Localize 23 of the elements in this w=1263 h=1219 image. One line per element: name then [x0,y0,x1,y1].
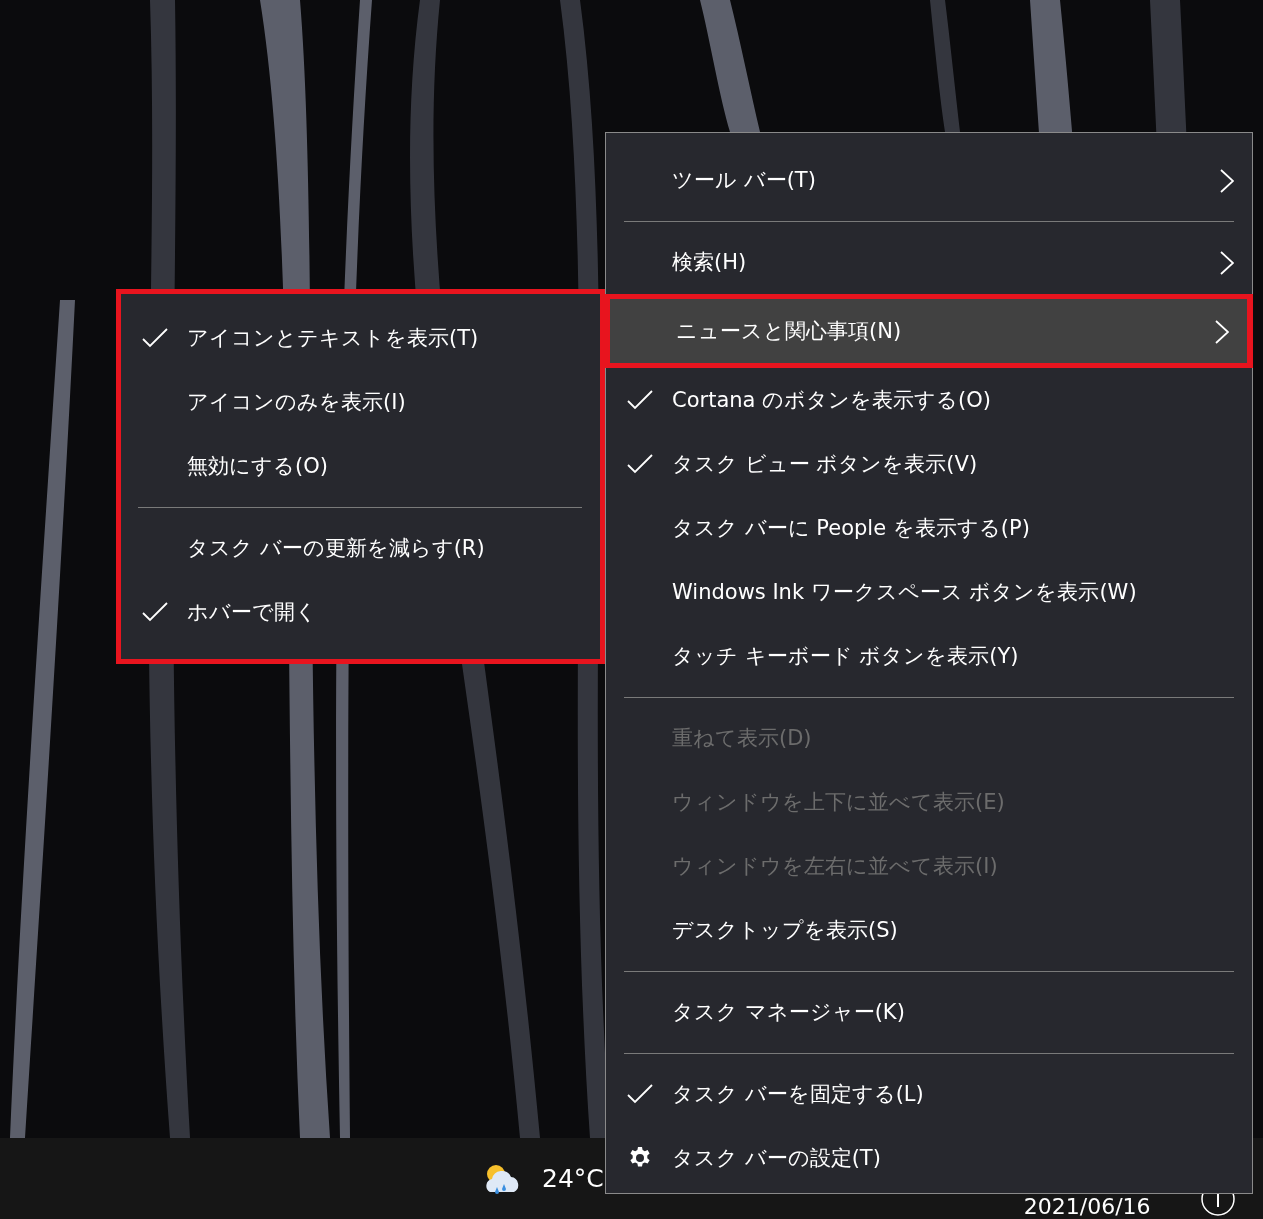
gear-icon [628,1146,652,1170]
menu-item[interactable]: タスク マネージャー(K) [606,980,1252,1044]
menu-item[interactable]: タッチ キーボード ボタンを表示(Y) [606,624,1252,688]
menu-item[interactable]: タスク バーの更新を減らす(R) [121,516,600,580]
menu-item[interactable]: ニュースと関心事項(N) [605,294,1253,368]
menu-item[interactable]: タスク バーに People を表示する(P) [606,496,1252,560]
menu-item[interactable]: 無効にする(O) [121,434,600,498]
chevron-right-icon [1220,251,1234,275]
menu-item[interactable]: Windows Ink ワークスペース ボタンを表示(W) [606,560,1252,624]
menu-item[interactable]: アイコンのみを表示(I) [121,370,600,434]
chevron-right-icon [1215,320,1229,344]
menu-item[interactable]: ツール バー(T) [606,148,1252,212]
menu-item[interactable]: タスク バーの設定(T) [606,1126,1252,1190]
menu-item[interactable]: ホバーで開く [121,580,600,644]
menu-item[interactable]: タスク バーを固定する(L) [606,1062,1252,1126]
menu-item[interactable]: デスクトップを表示(S) [606,898,1252,962]
date-text[interactable]: 2021/06/16 [1023,1194,1151,1219]
menu-item[interactable]: Cortana のボタンを表示する(O) [606,368,1252,432]
menu-item[interactable]: 検索(H) [606,230,1252,294]
menu-item[interactable]: タスク ビュー ボタンを表示(V) [606,432,1252,496]
menu-item[interactable]: アイコンとテキストを表示(T) [121,306,600,370]
temperature-text[interactable]: 24°C [542,1164,604,1193]
chevron-right-icon [1220,169,1234,193]
